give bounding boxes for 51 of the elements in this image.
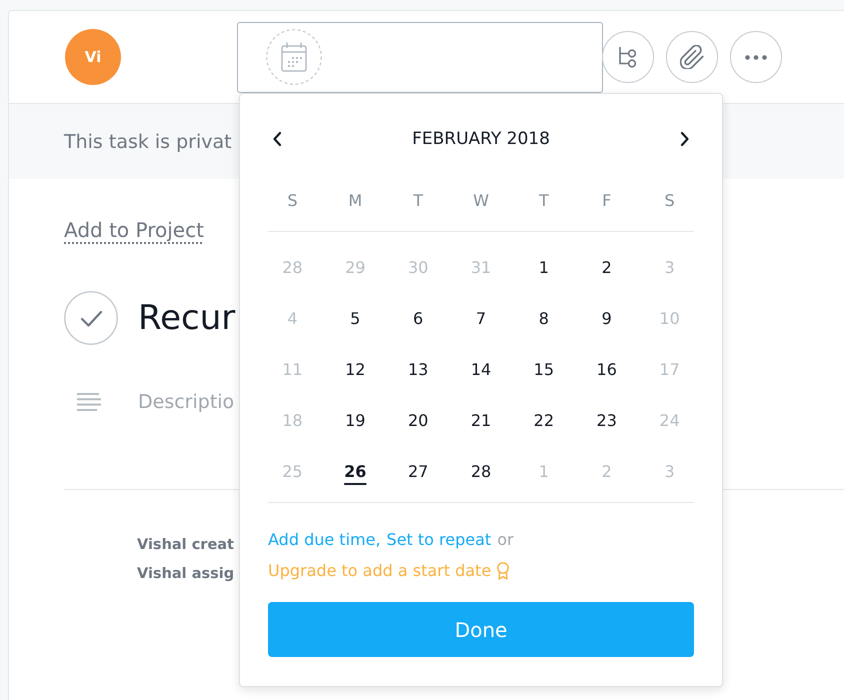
calendar-day[interactable]: 5 [350,309,360,328]
task-title: Recur [138,297,236,340]
award-ribbon-icon [496,562,510,580]
check-circle-icon[interactable] [64,291,118,345]
done-button[interactable]: Done [268,602,694,657]
calendar-day[interactable]: 23 [596,411,617,430]
add-to-project-link[interactable]: Add to Project [64,218,204,242]
option-link[interactable]: Set to repeat [386,524,492,555]
calendar-day[interactable]: 7 [476,309,486,328]
chevron-right-icon[interactable] [680,130,690,146]
attachment-button[interactable] [666,31,718,83]
weekday-label: T [413,190,424,210]
calendar-day[interactable]: 16 [596,360,617,379]
calendar-day[interactable]: 26 [344,462,366,481]
text-lines-icon [77,393,101,411]
calendar-day[interactable]: 28 [470,462,492,481]
chevron-left-icon[interactable] [272,130,282,146]
calendar-icon [266,29,322,85]
conjunction-text: or [497,529,514,551]
weekday-label: M [348,190,362,210]
weekday-label: S [287,190,298,210]
month-title: FEBRUARY 2018 [412,128,550,148]
avatar[interactable]: Vi [65,29,121,85]
weekday-label: T [538,190,549,210]
calendar-day[interactable]: 9 [602,309,612,328]
option-link[interactable]: Add due time, [268,524,381,555]
calendar-day[interactable]: 12 [345,360,366,379]
activity-text: Vishal assig [137,565,234,584]
weekday-label: W [473,190,489,210]
weekday-label: S [664,190,675,210]
due-date-field[interactable] [237,22,603,92]
weekday-label: F [602,190,612,210]
calendar-day[interactable]: 8 [538,309,549,328]
hierarchy-icon [617,46,639,68]
activity-text: Vishal creat [137,536,234,555]
calendar-day[interactable]: 22 [534,411,554,430]
calendar-day[interactable]: 20 [408,411,428,430]
calendar-day[interactable]: 27 [408,462,428,481]
calendar-day[interactable]: 21 [470,411,492,430]
paperclip-icon [680,45,704,69]
subtasks-button[interactable] [602,31,654,83]
calendar-day[interactable]: 19 [345,411,366,430]
calendar-day[interactable]: 2 [602,258,612,277]
more-icon [745,54,767,60]
calendar-day[interactable]: 6 [413,309,424,328]
calendar-day[interactable]: 1 [538,258,549,277]
calendar-day[interactable]: 14 [470,360,492,379]
calendar-day[interactable]: 13 [408,360,428,379]
description-field[interactable]: Descriptio [138,391,234,413]
privacy-notice: This task is privat [64,130,232,152]
calendar-day[interactable]: 15 [534,360,554,379]
